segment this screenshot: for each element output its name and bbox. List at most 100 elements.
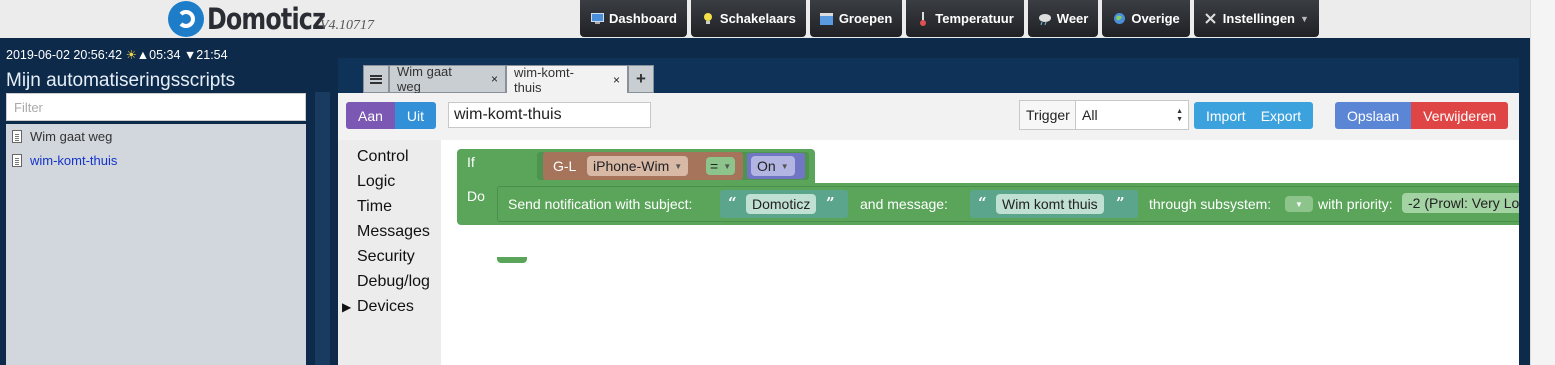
tab-wim-gaat-weg[interactable]: Wim gaat weg × <box>389 64 506 94</box>
open-quote-icon: “ <box>728 194 737 212</box>
category-time[interactable]: Time <box>338 194 441 219</box>
script-item-label: Wim gaat weg <box>30 128 113 144</box>
main-area: 2019-06-02 20:56:42 ☀▲05:34 ▼21:54 Mijn … <box>0 38 1530 365</box>
do-keyword: Do <box>467 188 485 204</box>
message-value: Wim komt thuis <box>1002 196 1098 212</box>
sunrise-icon: ▲ <box>136 48 150 62</box>
notify-label: Send notification with subject: <box>508 196 693 212</box>
document-icon <box>12 129 22 143</box>
script-item-wim-komt-thuis[interactable]: wim-komt-thuis <box>6 148 306 172</box>
category-messages[interactable]: Messages <box>338 219 441 244</box>
open-quote-icon: “ <box>978 194 987 212</box>
if-keyword: If <box>467 154 475 170</box>
blockly-workspace[interactable]: If G-L iPhone-Wim ▼ = ▼ On ▼ Do Send notifi <box>441 140 1519 365</box>
dropdown-arrow-icon: ▼ <box>674 161 683 171</box>
status-datetime: 2019-06-02 20:56:42 ☀▲05:34 ▼21:54 <box>6 47 228 62</box>
subsystem-dropdown[interactable]: ▼ <box>1285 196 1313 212</box>
subject-field[interactable]: Domoticz <box>746 194 817 214</box>
tools-icon <box>1204 12 1218 26</box>
category-logic[interactable]: Logic <box>338 169 441 194</box>
device-dropdown[interactable]: iPhone-Wim ▼ <box>587 156 689 176</box>
nav-overige[interactable]: Overige <box>1102 0 1190 37</box>
editor-toolbar: Aan Uit Trigger All ▲▼ Import Export Ops… <box>338 93 1519 140</box>
tab-label: wim-komt-thuis <box>514 64 574 95</box>
clapperboard-icon <box>820 12 834 26</box>
save-delete-group: Opslaan Verwijderen <box>1335 102 1509 129</box>
script-list: Wim gaat weg wim-komt-thuis <box>6 124 306 365</box>
sun-icon: ☀ <box>125 48 137 62</box>
subsystem-label: through subsystem: <box>1149 196 1272 212</box>
state-block[interactable]: On ▼ <box>747 153 805 179</box>
nav-instellingen[interactable]: Instellingen ▼ <box>1193 0 1319 37</box>
close-quote-icon: ” <box>826 194 835 212</box>
subject-text-block[interactable]: “ Domoticz ” <box>720 190 848 218</box>
main-nav: Dashboard Schakelaars Groepen Temperatuu… <box>580 0 1319 37</box>
nav-weer[interactable]: Weer <box>1027 0 1099 37</box>
trigger-select-value: All <box>1082 107 1098 123</box>
trigger-label: Trigger <box>1019 100 1077 130</box>
category-security[interactable]: Security <box>338 244 441 269</box>
close-icon[interactable]: × <box>491 72 498 86</box>
plus-icon: + <box>636 69 646 88</box>
nav-weer-label: Weer <box>1056 11 1089 26</box>
document-icon <box>12 153 22 167</box>
thermometer-icon <box>916 11 930 26</box>
state-dropdown[interactable]: On ▼ <box>751 156 795 176</box>
dropdown-arrow-icon: ▼ <box>1295 199 1303 209</box>
send-notification-block[interactable]: Send notification with subject: “ Domoti… <box>497 186 1519 222</box>
script-name-input[interactable] <box>448 102 651 128</box>
priority-dropdown[interactable]: -2 (Prowl: Very Lo <box>1402 193 1519 213</box>
category-debug-log[interactable]: Debug/log <box>338 269 441 294</box>
subject-value: Domoticz <box>752 196 811 212</box>
sidebar-scrollbar[interactable] <box>315 92 330 365</box>
tab-wim-komt-thuis[interactable]: wim-komt-thuis × <box>506 64 628 95</box>
message-text-block[interactable]: “ Wim komt thuis ” <box>970 190 1138 218</box>
save-button[interactable]: Opslaan <box>1335 102 1412 129</box>
off-button[interactable]: Uit <box>394 102 437 129</box>
import-export-group: Import Export <box>1194 102 1314 129</box>
nav-schakelaars[interactable]: Schakelaars <box>690 0 806 37</box>
export-button[interactable]: Export <box>1257 102 1314 129</box>
tab-label: Wim gaat weg <box>397 64 452 94</box>
nav-dashboard[interactable]: Dashboard <box>580 0 687 37</box>
expand-triangle-icon: ▶ <box>342 299 352 314</box>
category-devices[interactable]: ▶ Devices <box>338 294 441 319</box>
sunset-time: 21:54 <box>196 48 228 62</box>
current-datetime: 2019-06-02 20:56:42 <box>6 48 123 62</box>
nav-groepen[interactable]: Groepen <box>809 0 903 37</box>
category-devices-label: Devices <box>357 297 414 315</box>
device-group-label: G-L <box>553 158 577 174</box>
nav-temperatuur[interactable]: Temperatuur <box>906 0 1024 37</box>
nav-groepen-label: Groepen <box>838 11 893 26</box>
domoticz-logo-icon <box>168 1 204 37</box>
on-button[interactable]: Aan <box>346 102 395 129</box>
filter-input[interactable] <box>6 93 306 121</box>
tab-list-button[interactable] <box>363 65 389 93</box>
priority-label: with priority: <box>1318 196 1393 212</box>
message-label: and message: <box>860 196 948 212</box>
script-item-wim-gaat-weg[interactable]: Wim gaat weg <box>6 124 306 148</box>
blockly-toolbox: Control Logic Time Messages Security Deb… <box>338 140 441 365</box>
state-value: On <box>757 158 776 174</box>
add-tab-button[interactable]: + <box>628 65 654 93</box>
nav-instellingen-label: Instellingen <box>1222 11 1295 26</box>
sunset-icon: ▼ <box>183 48 197 62</box>
operator-value: = <box>710 158 719 174</box>
import-button[interactable]: Import <box>1194 102 1258 129</box>
if-block[interactable]: If G-L iPhone-Wim ▼ = ▼ On ▼ <box>457 149 815 183</box>
category-control[interactable]: Control <box>338 144 441 169</box>
right-edge-strip <box>1530 0 1555 365</box>
operator-dropdown[interactable]: = ▼ <box>706 157 736 175</box>
lightbulb-icon <box>701 12 715 26</box>
script-item-label: wim-komt-thuis <box>30 152 118 168</box>
message-field[interactable]: Wim komt thuis <box>996 194 1104 214</box>
list-icon <box>370 74 382 84</box>
top-header: Domoticz V4.10717 Dashboard Schakelaars … <box>0 0 1530 38</box>
close-icon[interactable]: × <box>613 73 620 87</box>
logo-version: V4.10717 <box>320 18 375 33</box>
cloud-rain-icon <box>1038 12 1052 26</box>
trigger-select[interactable]: All ▲ ▼ <box>1075 100 1189 130</box>
domoticz-logo[interactable]: Domoticz V4.10717 <box>168 0 374 38</box>
nav-schakelaars-label: Schakelaars <box>719 11 796 26</box>
delete-button[interactable]: Verwijderen <box>1411 102 1509 129</box>
